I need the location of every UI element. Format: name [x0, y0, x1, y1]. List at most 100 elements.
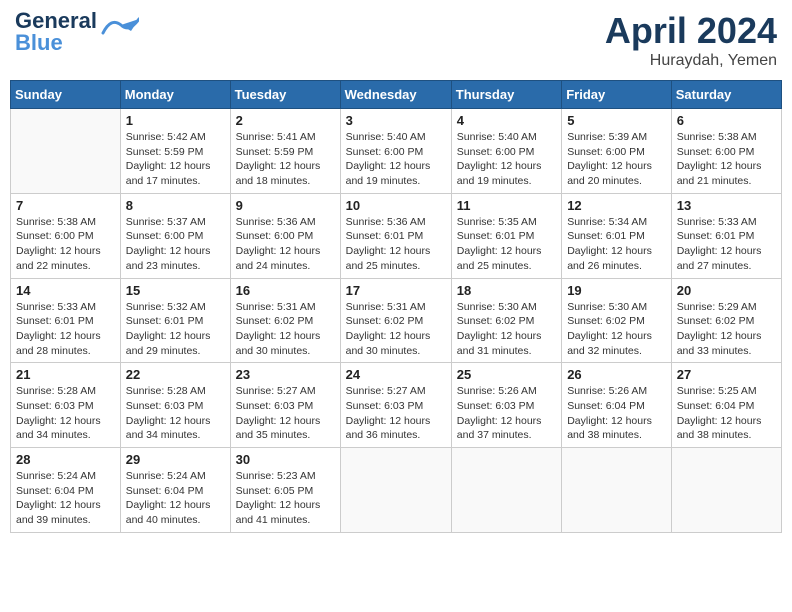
calendar-week-row: 14 Sunrise: 5:33 AM Sunset: 6:01 PM Dayli… [11, 278, 782, 363]
day-number: 12 [567, 198, 666, 213]
logo: General Blue [15, 10, 139, 54]
day-number: 27 [677, 367, 776, 382]
day-number: 17 [346, 283, 446, 298]
day-info: Sunrise: 5:30 AM Sunset: 6:02 PM Dayligh… [457, 300, 556, 359]
logo-general: General [15, 10, 97, 32]
day-number: 4 [457, 113, 556, 128]
table-row: 9Sunrise: 5:36 AM Sunset: 6:00 PM Daylig… [230, 193, 340, 278]
day-info: Sunrise: 5:39 AM Sunset: 6:00 PM Dayligh… [567, 130, 666, 189]
logo-blue: Blue [15, 32, 97, 54]
calendar-week-row: 7Sunrise: 5:38 AM Sunset: 6:00 PM Daylig… [11, 193, 782, 278]
table-row: 21Sunrise: 5:28 AM Sunset: 6:03 PM Dayli… [11, 363, 121, 448]
day-info: Sunrise: 5:38 AM Sunset: 6:00 PM Dayligh… [677, 130, 776, 189]
col-sunday: Sunday [11, 81, 121, 109]
day-info: Sunrise: 5:40 AM Sunset: 6:00 PM Dayligh… [457, 130, 556, 189]
table-row: 7Sunrise: 5:38 AM Sunset: 6:00 PM Daylig… [11, 193, 121, 278]
table-row: 11Sunrise: 5:35 AM Sunset: 6:01 PM Dayli… [451, 193, 561, 278]
day-number: 3 [346, 113, 446, 128]
page-header: General Blue April 2024 Huraydah, Yemen [10, 10, 782, 70]
day-info: Sunrise: 5:24 AM Sunset: 6:04 PM Dayligh… [126, 469, 225, 528]
day-number: 20 [677, 283, 776, 298]
table-row: 4 Sunrise: 5:40 AM Sunset: 6:00 PM Daylig… [451, 109, 561, 194]
col-monday: Monday [120, 81, 230, 109]
table-row: 15Sunrise: 5:32 AM Sunset: 6:01 PM Dayli… [120, 278, 230, 363]
day-number: 11 [457, 198, 556, 213]
day-info: Sunrise: 5:40 AM Sunset: 6:00 PM Dayligh… [346, 130, 446, 189]
col-tuesday: Tuesday [230, 81, 340, 109]
day-info: Sunrise: 5:29 AM Sunset: 6:02 PM Dayligh… [677, 300, 776, 359]
table-row: 16 Sunrise: 5:31 AM Sunset: 6:02 PM Dayli… [230, 278, 340, 363]
table-row: 18 Sunrise: 5:30 AM Sunset: 6:02 PM Dayli… [451, 278, 561, 363]
table-row: 14 Sunrise: 5:33 AM Sunset: 6:01 PM Dayli… [11, 278, 121, 363]
table-row: 10Sunrise: 5:36 AM Sunset: 6:01 PM Dayli… [340, 193, 451, 278]
month-title: April 2024 [605, 10, 777, 52]
day-number: 23 [236, 367, 335, 382]
day-info: Sunrise: 5:27 AM Sunset: 6:03 PM Dayligh… [346, 384, 446, 443]
day-info: Sunrise: 5:32 AM Sunset: 6:01 PM Dayligh… [126, 300, 225, 359]
day-info: Sunrise: 5:28 AM Sunset: 6:03 PM Dayligh… [126, 384, 225, 443]
day-number: 30 [236, 452, 335, 467]
day-info: Sunrise: 5:26 AM Sunset: 6:04 PM Dayligh… [567, 384, 666, 443]
day-number: 5 [567, 113, 666, 128]
day-number: 19 [567, 283, 666, 298]
table-row: 27 Sunrise: 5:25 AM Sunset: 6:04 PM Dayli… [671, 363, 781, 448]
table-row: 29 Sunrise: 5:24 AM Sunset: 6:04 PM Dayli… [120, 448, 230, 533]
day-number: 8 [126, 198, 225, 213]
calendar-week-row: 28 Sunrise: 5:24 AM Sunset: 6:04 PM Dayli… [11, 448, 782, 533]
table-row: 23 Sunrise: 5:27 AM Sunset: 6:03 PM Dayli… [230, 363, 340, 448]
day-number: 10 [346, 198, 446, 213]
table-row: 2Sunrise: 5:41 AM Sunset: 5:59 PM Daylig… [230, 109, 340, 194]
day-info: Sunrise: 5:31 AM Sunset: 6:02 PM Dayligh… [236, 300, 335, 359]
day-info: Sunrise: 5:33 AM Sunset: 6:01 PM Dayligh… [677, 215, 776, 274]
day-number: 24 [346, 367, 446, 382]
day-number: 26 [567, 367, 666, 382]
day-info: Sunrise: 5:31 AM Sunset: 6:02 PM Dayligh… [346, 300, 446, 359]
calendar-table: Sunday Monday Tuesday Wednesday Thursday… [10, 80, 782, 533]
day-info: Sunrise: 5:34 AM Sunset: 6:01 PM Dayligh… [567, 215, 666, 274]
table-row: 25Sunrise: 5:26 AM Sunset: 6:03 PM Dayli… [451, 363, 561, 448]
day-number: 9 [236, 198, 335, 213]
table-row: 26 Sunrise: 5:26 AM Sunset: 6:04 PM Dayli… [562, 363, 672, 448]
day-info: Sunrise: 5:25 AM Sunset: 6:04 PM Dayligh… [677, 384, 776, 443]
table-row [562, 448, 672, 533]
day-info: Sunrise: 5:38 AM Sunset: 6:00 PM Dayligh… [16, 215, 115, 274]
day-number: 13 [677, 198, 776, 213]
table-row: 22 Sunrise: 5:28 AM Sunset: 6:03 PM Dayli… [120, 363, 230, 448]
table-row: 12 Sunrise: 5:34 AM Sunset: 6:01 PM Dayli… [562, 193, 672, 278]
table-row: 17 Sunrise: 5:31 AM Sunset: 6:02 PM Dayli… [340, 278, 451, 363]
day-info: Sunrise: 5:30 AM Sunset: 6:02 PM Dayligh… [567, 300, 666, 359]
table-row [451, 448, 561, 533]
day-number: 2 [236, 113, 335, 128]
table-row: 3 Sunrise: 5:40 AM Sunset: 6:00 PM Daylig… [340, 109, 451, 194]
day-number: 18 [457, 283, 556, 298]
day-info: Sunrise: 5:23 AM Sunset: 6:05 PM Dayligh… [236, 469, 335, 528]
col-wednesday: Wednesday [340, 81, 451, 109]
table-row: 19 Sunrise: 5:30 AM Sunset: 6:02 PM Dayli… [562, 278, 672, 363]
col-thursday: Thursday [451, 81, 561, 109]
day-info: Sunrise: 5:37 AM Sunset: 6:00 PM Dayligh… [126, 215, 225, 274]
day-info: Sunrise: 5:33 AM Sunset: 6:01 PM Dayligh… [16, 300, 115, 359]
table-row: 13 Sunrise: 5:33 AM Sunset: 6:01 PM Dayli… [671, 193, 781, 278]
day-info: Sunrise: 5:24 AM Sunset: 6:04 PM Dayligh… [16, 469, 115, 528]
title-block: April 2024 Huraydah, Yemen [605, 10, 777, 70]
calendar-week-row: 21 Sunrise: 5:28 AM Sunset: 6:03 PM Dayli… [11, 363, 782, 448]
table-row: 8 Sunrise: 5:37 AM Sunset: 6:00 PM Daylig… [120, 193, 230, 278]
col-saturday: Saturday [671, 81, 781, 109]
day-number: 16 [236, 283, 335, 298]
day-info: Sunrise: 5:42 AM Sunset: 5:59 PM Dayligh… [126, 130, 225, 189]
table-row: 30 Sunrise: 5:23 AM Sunset: 6:05 PM Dayli… [230, 448, 340, 533]
day-number: 29 [126, 452, 225, 467]
day-number: 22 [126, 367, 225, 382]
day-number: 1 [126, 113, 225, 128]
table-row [671, 448, 781, 533]
day-number: 14 [16, 283, 115, 298]
col-friday: Friday [562, 81, 672, 109]
day-number: 25 [457, 367, 556, 382]
table-row: 6Sunrise: 5:38 AM Sunset: 6:00 PM Daylig… [671, 109, 781, 194]
logo-icon [101, 15, 139, 37]
day-number: 21 [16, 367, 115, 382]
calendar-header-row: Sunday Monday Tuesday Wednesday Thursday… [11, 81, 782, 109]
table-row: 1 Sunrise: 5:42 AM Sunset: 5:59 PM Daylig… [120, 109, 230, 194]
day-info: Sunrise: 5:27 AM Sunset: 6:03 PM Dayligh… [236, 384, 335, 443]
day-number: 28 [16, 452, 115, 467]
